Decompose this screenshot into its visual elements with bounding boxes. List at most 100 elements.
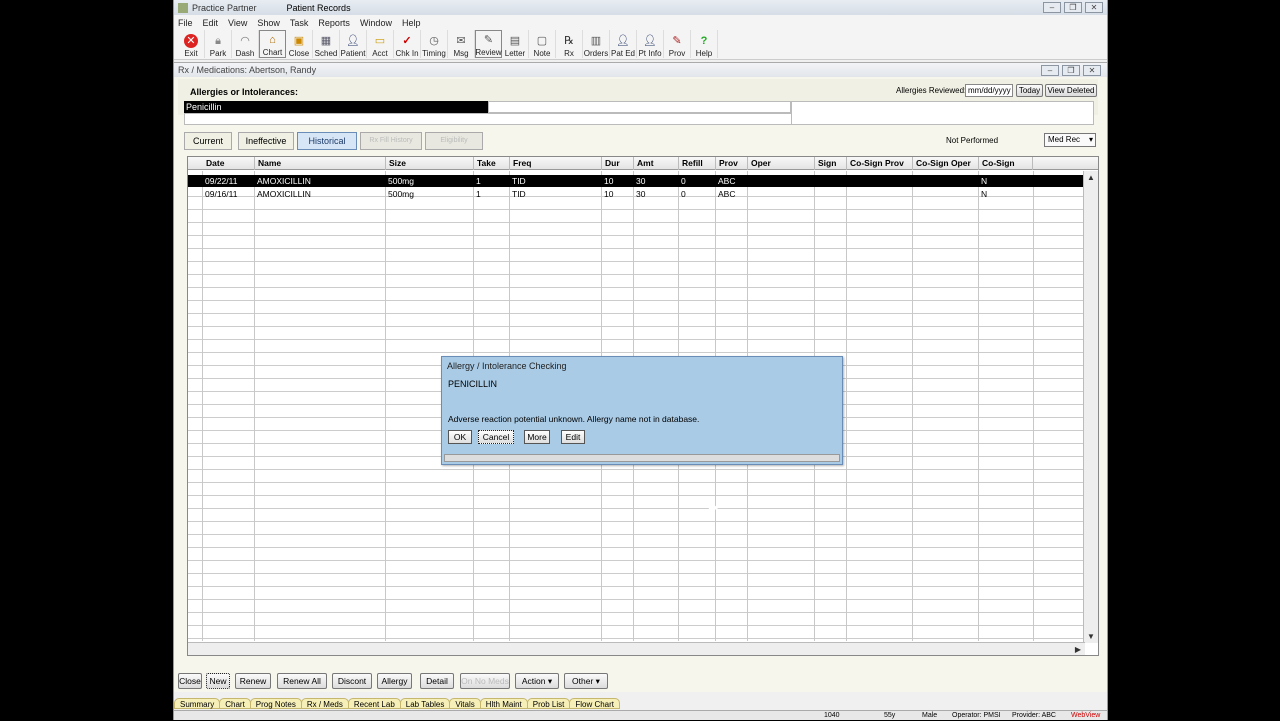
nav-tab-prog-notes[interactable]: Prog Notes: [249, 698, 302, 709]
menu-reports[interactable]: Reports: [318, 18, 350, 28]
toolbar-help-button[interactable]: ? Help: [691, 30, 718, 58]
nav-tab-flow-chart[interactable]: Flow Chart: [569, 698, 621, 709]
toolbar-msg-button[interactable]: ✉ Msg: [448, 30, 475, 58]
scroll-down-icon[interactable]: ▼: [1087, 632, 1095, 641]
chevron-down-icon: ▾: [1088, 135, 1093, 144]
title-bar: Practice Partner Patient Records – ❐ ✕: [174, 0, 1107, 15]
toolbar-pated-button[interactable]: 👤︎ Pat Ed: [610, 30, 637, 58]
col-dur[interactable]: Dur: [602, 157, 634, 170]
chart-nav-tabs: Summary Chart Prog Notes Rx / Meds Recen…: [174, 698, 621, 709]
close-button[interactable]: Close: [178, 673, 202, 689]
edit-button[interactable]: Edit: [561, 430, 585, 444]
restore-button[interactable]: ❐: [1064, 2, 1082, 13]
nav-tab-prob-list[interactable]: Prob List: [526, 698, 571, 709]
new-button[interactable]: New: [206, 673, 230, 689]
allergy-item[interactable]: Penicillin: [184, 101, 488, 113]
col-cosign-oper[interactable]: Co-Sign Oper: [913, 157, 979, 170]
toolbar: ✕ Exit 🔒︎ Park ◠ Dash ⌂ Chart ▣ Close ▦ Sched …: [174, 30, 1107, 60]
nav-tab-hlth-maint[interactable]: Hlth Maint: [479, 698, 528, 709]
menu-help[interactable]: Help: [402, 18, 421, 28]
toolbar-chkin-button[interactable]: ✓ Chk In: [394, 30, 421, 58]
tab-ineffective[interactable]: Ineffective: [238, 132, 294, 150]
allergies-reviewed-date-field[interactable]: mm/dd/yyyy: [965, 84, 1013, 97]
col-prov[interactable]: Prov: [716, 157, 748, 170]
allergy-button[interactable]: Allergy: [377, 673, 412, 689]
child-close-button[interactable]: ✕: [1083, 64, 1101, 76]
other-dropdown-button[interactable]: Other ▾: [564, 673, 608, 689]
action-dropdown-button[interactable]: Action ▾: [515, 673, 559, 689]
menu-view[interactable]: View: [228, 18, 247, 28]
toolbar-close-button[interactable]: ▣ Close: [286, 30, 313, 58]
more-button[interactable]: More: [524, 430, 550, 444]
col-cosign-prov[interactable]: Co-Sign Prov: [847, 157, 913, 170]
nav-tab-chart[interactable]: Chart: [219, 698, 251, 709]
toolbar-sched-button[interactable]: ▦ Sched: [313, 30, 340, 58]
scroll-right-icon[interactable]: ▶: [1075, 645, 1081, 654]
tab-rx-fill-history[interactable]: Rx Fill History: [360, 132, 422, 150]
nav-tab-recent-lab[interactable]: Recent Lab: [347, 698, 401, 709]
toolbar-note-button[interactable]: ▢ Note: [529, 30, 556, 58]
col-oper[interactable]: Oper: [748, 157, 815, 170]
toolbar-letter-button[interactable]: ▤ Letter: [502, 30, 529, 58]
scroll-up-icon[interactable]: ▲: [1087, 173, 1095, 182]
col-freq[interactable]: Freq: [510, 157, 602, 170]
toolbar-orders-button[interactable]: ▥ Orders: [583, 30, 610, 58]
col-take[interactable]: Take: [474, 157, 510, 170]
col-date[interactable]: Date: [203, 157, 255, 170]
dialog-title: Allergy / Intolerance Checking: [447, 361, 567, 371]
view-deleted-button[interactable]: View Deleted: [1045, 84, 1097, 97]
menu-show[interactable]: Show: [257, 18, 280, 28]
toolbar-ptinfo-button[interactable]: 👤︎ Pt Info: [637, 30, 664, 58]
allergy-list[interactable]: Penicillin: [184, 101, 1094, 125]
vertical-scrollbar[interactable]: ▲ ▼: [1083, 171, 1098, 643]
toolbar-rx-button[interactable]: ℞ Rx: [556, 30, 583, 58]
menu-file[interactable]: File: [178, 18, 193, 28]
child-title: Rx / Medications: Abertson, Randy: [178, 65, 317, 75]
child-restore-button[interactable]: ❐: [1062, 64, 1080, 76]
nav-tab-vitals[interactable]: Vitals: [449, 698, 481, 709]
horizontal-scrollbar[interactable]: ▶: [188, 642, 1085, 655]
toolbar-park-button[interactable]: 🔒︎ Park: [205, 30, 232, 58]
discont-button[interactable]: Discont: [332, 673, 372, 689]
table-row[interactable]: 09/16/11 AMOXICILLIN 500mg 1 TID 10 30 0…: [188, 188, 1083, 200]
col-amt[interactable]: Amt: [634, 157, 679, 170]
tab-eligibility[interactable]: Eligibility: [425, 132, 483, 150]
pt-info-icon: 👤︎: [643, 35, 657, 47]
toolbar-exit-button[interactable]: ✕ Exit: [178, 30, 205, 58]
renew-all-button[interactable]: Renew All: [277, 673, 327, 689]
renew-button[interactable]: Renew: [235, 673, 271, 689]
menu-window[interactable]: Window: [360, 18, 392, 28]
table-row[interactable]: 09/22/11 AMOXICILLIN 500mg 1 TID 10 30 0…: [188, 175, 1083, 187]
toolbar-chart-button[interactable]: ⌂ Chart: [259, 30, 286, 58]
col-cosign[interactable]: Co-Sign: [979, 157, 1033, 170]
nav-tab-rx-meds[interactable]: Rx / Meds: [300, 698, 349, 709]
ok-button[interactable]: OK: [448, 430, 472, 444]
col-size[interactable]: Size: [386, 157, 474, 170]
review-icon: ✎: [483, 34, 494, 46]
tab-current[interactable]: Current: [184, 132, 232, 150]
nav-tab-lab-tables[interactable]: Lab Tables: [399, 698, 451, 709]
toolbar-review-button[interactable]: ✎ Review: [475, 30, 502, 58]
col-sign[interactable]: Sign: [815, 157, 847, 170]
toolbar-acct-button[interactable]: ▭ Acct: [367, 30, 394, 58]
col-refill[interactable]: Refill: [679, 157, 716, 170]
detail-button[interactable]: Detail: [420, 673, 454, 689]
close-window-button[interactable]: ✕: [1085, 2, 1103, 13]
med-rec-dropdown[interactable]: Med Rec ▾: [1044, 133, 1096, 147]
dialog-progress-bar: [444, 454, 840, 462]
on-no-meds-button[interactable]: On No Meds: [460, 673, 510, 689]
toolbar-timing-button[interactable]: ◷ Timing: [421, 30, 448, 58]
toolbar-dash-button[interactable]: ◠ Dash: [232, 30, 259, 58]
child-title-bar: Rx / Medications: Abertson, Randy – ❐ ✕: [174, 63, 1107, 77]
today-button[interactable]: Today: [1016, 84, 1043, 97]
minimize-button[interactable]: –: [1043, 2, 1061, 13]
menu-edit[interactable]: Edit: [203, 18, 219, 28]
toolbar-patient-button[interactable]: 👤︎ Patient: [340, 30, 367, 58]
col-name[interactable]: Name: [255, 157, 386, 170]
child-minimize-button[interactable]: –: [1041, 64, 1059, 76]
toolbar-prov-button[interactable]: ✎ Prov: [664, 30, 691, 58]
nav-tab-summary[interactable]: Summary: [174, 698, 221, 709]
menu-task[interactable]: Task: [290, 18, 309, 28]
tab-historical[interactable]: Historical: [297, 132, 357, 150]
cancel-button[interactable]: Cancel: [478, 430, 514, 444]
